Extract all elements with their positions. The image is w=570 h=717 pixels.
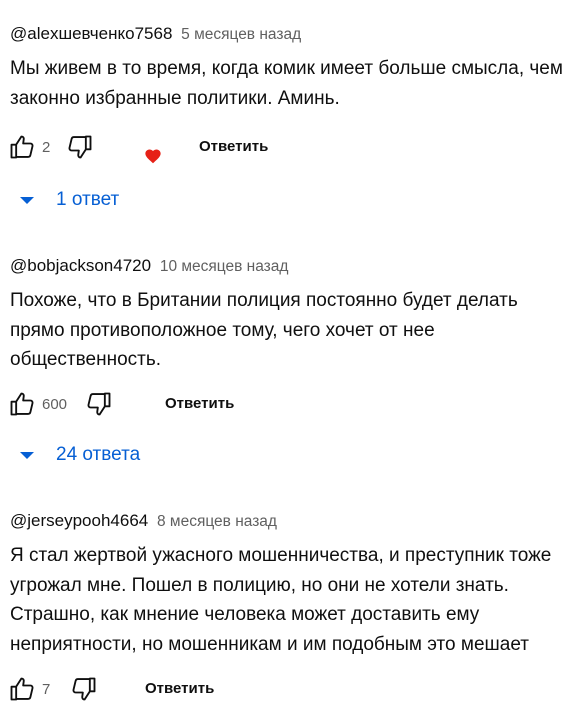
comment-actions: 2: [8, 129, 94, 165]
thumbs-up-icon[interactable]: [8, 133, 36, 161]
like-count: 2: [42, 138, 51, 156]
caret-down-icon: [20, 451, 34, 459]
comment-author[interactable]: @alexшевченко7568: [10, 24, 172, 43]
comment-time[interactable]: 5 месяцев назад: [181, 26, 301, 43]
comment-header: @bobjackson4720 10 месяцев назад: [10, 255, 564, 278]
replies-label: 24 ответа: [56, 444, 141, 465]
comment: @bobjackson4720 10 месяцев назад Похоже,…: [10, 255, 564, 375]
comment-author[interactable]: @jerseypooh4664: [10, 511, 148, 530]
comment-text: Я стал жертвой ужасного мошенничества, и…: [10, 545, 552, 655]
comment: @jerseypooh4664 8 месяцев назад Я стал ж…: [10, 510, 564, 659]
comment-header: @alexшевченко7568 5 месяцев назад: [10, 23, 564, 46]
thumbs-down-icon[interactable]: [70, 675, 98, 703]
replies-toggle[interactable]: 1 ответ: [10, 189, 119, 211]
comment-time[interactable]: 8 месяцев назад: [157, 513, 277, 530]
caret-down-icon: [20, 196, 34, 204]
comment-actions: 600: [8, 386, 113, 422]
replies-label: 1 ответ: [56, 189, 120, 210]
replies-toggle[interactable]: 24 ответа: [10, 444, 140, 466]
comment: @alexшевченко7568 5 месяцев назад Мы жив…: [10, 23, 564, 113]
comment-author[interactable]: @bobjackson4720: [10, 256, 151, 275]
comment-time[interactable]: 10 месяцев назад: [160, 258, 289, 275]
comment-text: Похоже, что в Британии полиция постоянно…: [10, 290, 518, 370]
reply-button[interactable]: Ответить: [145, 680, 214, 697]
reply-button[interactable]: Ответить: [165, 395, 234, 412]
comment-header: @jerseypooh4664 8 месяцев назад: [10, 510, 564, 533]
heart-icon: [144, 148, 162, 169]
thumbs-down-icon[interactable]: [85, 390, 113, 418]
thumbs-up-icon[interactable]: [8, 390, 36, 418]
thumbs-down-icon[interactable]: [66, 133, 94, 161]
comment-text: Мы живем в то время, когда комик имеет б…: [10, 58, 563, 109]
reply-button[interactable]: Ответить: [199, 138, 268, 155]
like-count: 600: [42, 395, 68, 413]
comment-actions: 7: [8, 671, 98, 707]
like-count: 7: [42, 680, 51, 698]
thumbs-up-icon[interactable]: [8, 675, 36, 703]
